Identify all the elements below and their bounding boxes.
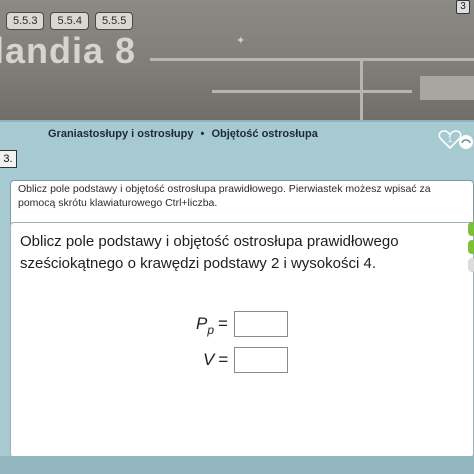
background-block — [420, 76, 474, 100]
problem-statement: Oblicz pole podstawy i objętość ostrosłu… — [20, 231, 440, 275]
top-right-badge[interactable]: 3 — [456, 0, 470, 14]
problem-line-1: Oblicz pole podstawy i objętość ostrosłu… — [20, 233, 399, 250]
breadcrumb-separator: • — [200, 128, 205, 140]
breadcrumb-chapter[interactable]: Graniastosłupy i ostrosłupy — [48, 128, 193, 140]
bottom-strip — [0, 456, 474, 474]
progress-indicator-green-2 — [468, 240, 474, 254]
version-tabs: 5.5.3 5.5.4 5.5.5 — [6, 12, 134, 30]
volume-equals: = — [218, 350, 229, 369]
base-area-row: Pp = — [196, 311, 288, 337]
background-rail-low — [212, 90, 412, 93]
problem-line-2: sześciokątnego o krawędzi podstawy 2 i w… — [20, 255, 377, 272]
base-area-input[interactable] — [233, 311, 288, 337]
base-area-equals: = — [218, 314, 228, 333]
task-number: 3. — [0, 150, 17, 168]
breadcrumb: Graniastosłupy i ostrosłupy • Objętość o… — [48, 128, 318, 140]
instruction-text: Oblicz pole podstawy i objętość ostrosłu… — [18, 183, 431, 209]
version-tab-1[interactable]: 5.5.3 — [6, 12, 45, 30]
hearts-count: 1 — [448, 135, 453, 144]
volume-row: V = — [203, 347, 289, 373]
version-tab-2[interactable]: 5.5.4 — [50, 12, 89, 30]
volume-input[interactable] — [234, 347, 289, 373]
breadcrumb-topic[interactable]: Objętość ostrosłupa — [211, 128, 317, 140]
version-tab-3[interactable]: 5.5.5 — [94, 12, 134, 30]
undo-icon[interactable] — [458, 134, 474, 150]
progress-indicator-grey — [468, 258, 474, 272]
volume-label: V — [203, 350, 215, 369]
star-icon: ✦ — [236, 35, 246, 47]
base-area-subscript: p — [207, 323, 215, 337]
background-rail — [150, 58, 474, 61]
background-title: landia 8 — [0, 30, 137, 71]
base-area-label: Pp — [196, 314, 215, 337]
progress-indicator-green — [468, 222, 474, 236]
base-area-symbol: P — [196, 314, 208, 333]
